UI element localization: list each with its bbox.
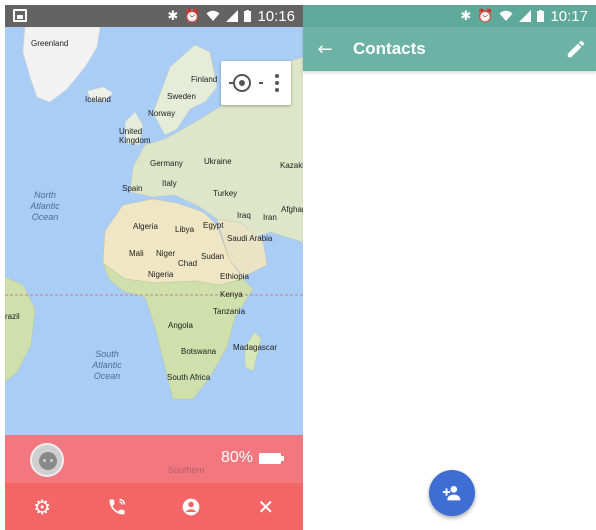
- map-label: Turkey: [213, 189, 238, 198]
- map-label: Saudi Arabia: [227, 234, 273, 243]
- battery-icon: [259, 453, 284, 464]
- child-avatar[interactable]: [30, 443, 64, 477]
- map-label: Chad: [178, 259, 198, 268]
- map-label: South Africa: [167, 373, 211, 382]
- signal-icon: [226, 10, 239, 22]
- map-label: Kenya: [220, 290, 243, 299]
- map-label: Madagascar: [233, 343, 278, 352]
- map-label: Angola: [168, 321, 193, 330]
- map-label: Libya: [175, 225, 195, 234]
- contacts-screen: ✱ ⏰ 10:17 ← Contacts: [303, 5, 596, 530]
- map-label: Ethiopia: [220, 272, 249, 281]
- battery-status-icon: [244, 10, 252, 22]
- map-label: Iraq: [237, 211, 251, 220]
- battery-status-icon: [537, 10, 545, 22]
- map-label: Norway: [148, 109, 176, 118]
- map-label: razil: [5, 312, 20, 321]
- add-person-icon: [442, 486, 461, 501]
- back-arrow-icon: ←: [317, 38, 333, 60]
- map-label: Nigeria: [148, 270, 174, 279]
- ocean-label: South Atlantic Ocean: [92, 349, 122, 381]
- app-bar: ← Contacts: [303, 27, 596, 71]
- page-title: Contacts: [353, 39, 426, 58]
- bottom-action-bar: ⚙ ✕: [5, 483, 303, 530]
- phone-call-icon: [109, 498, 125, 514]
- account-button[interactable]: [171, 487, 211, 527]
- map-label: Greenland: [31, 39, 69, 48]
- map-label: Egypt: [203, 221, 224, 230]
- map-label: Sweden: [167, 92, 196, 101]
- battery-percent: 80%: [220, 449, 253, 466]
- map-screen: ✱ ⏰ 10:16 Greenland Iceland Finland Swed…: [5, 5, 303, 530]
- call-button[interactable]: [97, 487, 137, 527]
- alarm-icon: ⏰: [477, 8, 494, 24]
- gallery-notification-icon: [13, 9, 27, 22]
- map-label: Kazakh: [280, 161, 303, 170]
- account-circle-icon: [182, 498, 200, 515]
- wifi-icon: [499, 10, 513, 21]
- wifi-icon: [206, 10, 220, 21]
- bluetooth-icon: ✱: [167, 8, 179, 24]
- map-label: Botswana: [181, 347, 217, 356]
- bluetooth-icon: ✱: [460, 8, 472, 24]
- back-button[interactable]: ←: [303, 27, 347, 71]
- edit-pencil-icon: [567, 40, 585, 58]
- map-label: Southern: [168, 465, 205, 475]
- map-controls: [221, 61, 291, 105]
- device-status-panel: Southern 80%: [5, 435, 303, 483]
- map-label: Finland: [191, 75, 218, 84]
- map-label: Afghar: [281, 205, 303, 214]
- map-label: United Kingdom: [119, 127, 151, 145]
- map-label: Niger: [156, 249, 176, 258]
- map-label: Mali: [129, 249, 144, 258]
- map-label: Italy: [162, 179, 177, 188]
- map-label: Spain: [122, 184, 143, 193]
- settings-gear-icon: ⚙: [33, 494, 52, 519]
- close-button[interactable]: ✕: [246, 487, 286, 527]
- map-label: Tanzania: [213, 307, 246, 316]
- edit-button[interactable]: [564, 37, 588, 61]
- map-label: Algeria: [133, 222, 158, 231]
- map-label: Ukraine: [204, 157, 232, 166]
- signal-icon: [519, 10, 532, 22]
- add-contact-button[interactable]: [429, 470, 475, 516]
- ocean-label: North Atlantic Ocean: [30, 190, 60, 222]
- close-icon: ✕: [257, 494, 275, 519]
- map-label: Sudan: [201, 252, 225, 261]
- status-time: 10:17: [550, 7, 588, 25]
- my-location-icon[interactable]: [229, 74, 263, 92]
- more-options-icon[interactable]: [275, 74, 279, 92]
- map-label: Germany: [150, 159, 183, 168]
- map-label: Iran: [263, 213, 277, 222]
- face-icon: [39, 452, 57, 470]
- alarm-icon: ⏰: [184, 8, 201, 24]
- map-label: Iceland: [85, 95, 111, 104]
- status-bar: ✱ ⏰ 10:17: [303, 5, 596, 27]
- world-map[interactable]: Greenland Iceland Finland Sweden Norway …: [5, 27, 303, 435]
- settings-button[interactable]: ⚙: [22, 487, 62, 527]
- status-time: 10:16: [257, 7, 295, 25]
- status-bar: ✱ ⏰ 10:16: [5, 5, 303, 27]
